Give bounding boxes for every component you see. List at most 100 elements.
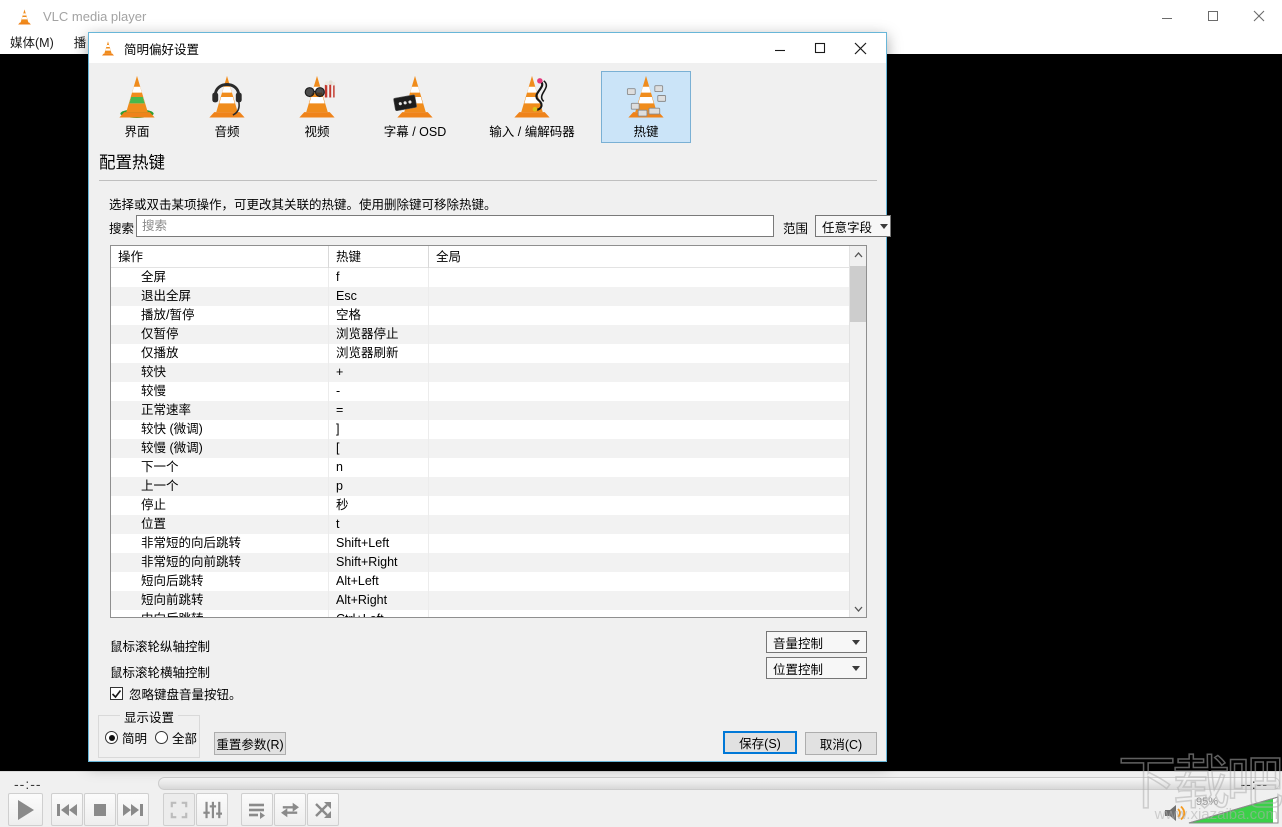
scope-dropdown[interactable]: 任意字段 [815,215,891,237]
row-action: 中向后跳转 [111,610,329,617]
tab-subtitles-osd[interactable]: 字幕 / OSD [367,71,463,143]
scroll-down-icon[interactable] [850,600,867,617]
row-hotkey: p [329,477,429,496]
row-hotkey: 浏览器刷新 [329,344,429,363]
vertical-scrollbar[interactable] [849,246,866,617]
radio-simple[interactable] [105,731,118,744]
row-hotkey: Alt+Right [329,591,429,610]
instruction-text: 选择或双击某项操作，可更改其关联的热键。使用删除键可移除热键。 [109,194,497,213]
row-hotkey: 空格 [329,306,429,325]
table-row[interactable]: 全屏f [111,268,849,287]
row-global [429,591,849,610]
audio-cone-icon [202,72,252,119]
row-action: 较快 (微调) [111,420,329,439]
menu-media[interactable]: 媒体(M) [0,32,64,54]
tab-hotkeys[interactable]: 热键 [601,71,691,143]
table-row[interactable]: 下一个n [111,458,849,477]
seek-slider[interactable] [158,777,1280,790]
previous-button[interactable] [51,793,83,826]
dialog-minimize-button[interactable] [760,33,800,63]
row-hotkey: 秒 [329,496,429,515]
dialog-close-button[interactable] [840,33,880,63]
row-global [429,382,849,401]
row-action: 仅播放 [111,344,329,363]
wheel-vertical-dropdown[interactable]: 音量控制 [766,631,867,653]
table-row[interactable]: 短向前跳转Alt+Right [111,591,849,610]
row-action: 较快 [111,363,329,382]
search-row: 搜索 范围 任意字段 [109,215,869,237]
row-global [429,325,849,344]
speaker-icon [1164,803,1186,823]
table-row[interactable]: 短向后跳转Alt+Left [111,572,849,591]
column-header-hotkey[interactable]: 热键 [329,246,429,268]
minimize-icon [774,42,786,54]
table-row[interactable]: 播放/暂停空格 [111,306,849,325]
wheel-horizontal-dropdown[interactable]: 位置控制 [766,657,867,679]
table-row[interactable]: 退出全屏Esc [111,287,849,306]
table-row[interactable]: 较慢- [111,382,849,401]
row-global [429,610,849,617]
table-row[interactable]: 位置t [111,515,849,534]
play-icon [16,799,36,821]
row-global [429,496,849,515]
fullscreen-button[interactable] [163,793,195,826]
column-header-global[interactable]: 全局 [429,246,849,268]
minimize-button[interactable] [1144,0,1190,32]
column-header-action[interactable]: 操作 [111,246,329,268]
input-codecs-cone-icon [507,72,557,119]
next-button[interactable] [117,793,149,826]
table-row[interactable]: 非常短的向前跳转Shift+Right [111,553,849,572]
row-hotkey: - [329,382,429,401]
random-button[interactable] [307,793,339,826]
stop-icon [93,803,107,817]
stop-button[interactable] [84,793,116,826]
dialog-maximize-button[interactable] [800,33,840,63]
save-button[interactable]: 保存(S) [723,731,797,754]
tab-video[interactable]: 视频 [277,71,357,143]
table-row[interactable]: 中向后跳转Ctrl+Left [111,610,849,617]
extended-settings-button[interactable] [196,793,228,826]
close-button[interactable] [1236,0,1282,32]
search-input[interactable] [136,215,774,237]
page-title: 配置热键 [99,149,165,173]
radio-all[interactable] [155,731,168,744]
scroll-up-icon[interactable] [850,246,867,263]
table-row[interactable]: 正常速率= [111,401,849,420]
table-row[interactable]: 较快+ [111,363,849,382]
radio-all-label: 全部 [172,728,197,747]
wheel-vertical-label: 鼠标滚轮纵轴控制 [110,636,210,655]
playlist-button[interactable] [241,793,273,826]
tab-input-codecs[interactable]: 输入 / 编解码器 [473,71,591,143]
row-action: 停止 [111,496,329,515]
row-action: 短向前跳转 [111,591,329,610]
table-row[interactable]: 较快 (微调)] [111,420,849,439]
table-row[interactable]: 仅暂停浏览器停止 [111,325,849,344]
maximize-icon [1207,10,1219,22]
tab-interface[interactable]: 界面 [97,71,177,143]
table-row[interactable]: 停止秒 [111,496,849,515]
table-row[interactable]: 上一个p [111,477,849,496]
table-row[interactable]: 仅播放浏览器刷新 [111,344,849,363]
row-hotkey: [ [329,439,429,458]
player-controlbar: --:-- --:-- 95% [0,771,1282,827]
volume-slider[interactable] [1188,794,1280,825]
interface-cone-icon [112,72,162,119]
maximize-icon [814,42,826,54]
reset-preferences-button[interactable]: 重置参数(R) [214,732,286,755]
cancel-button[interactable]: 取消(C) [805,732,877,755]
checkbox-checked-icon [110,687,123,700]
table-row[interactable]: 较慢 (微调)[ [111,439,849,458]
time-total: --:-- [1240,776,1268,792]
tab-audio[interactable]: 音频 [187,71,267,143]
table-row[interactable]: 非常短的向后跳转Shift+Left [111,534,849,553]
loop-button[interactable] [274,793,306,826]
tab-label: 字幕 / OSD [384,121,447,140]
wheel-horizontal-value: 位置控制 [773,659,844,678]
row-action: 播放/暂停 [111,306,329,325]
scrollbar-thumb[interactable] [850,266,867,322]
row-action: 较慢 [111,382,329,401]
play-button[interactable] [8,793,43,826]
tab-label: 输入 / 编解码器 [489,121,574,140]
ignore-volume-checkbox[interactable]: 忽略键盘音量按钮。 [110,684,242,703]
maximize-button[interactable] [1190,0,1236,32]
